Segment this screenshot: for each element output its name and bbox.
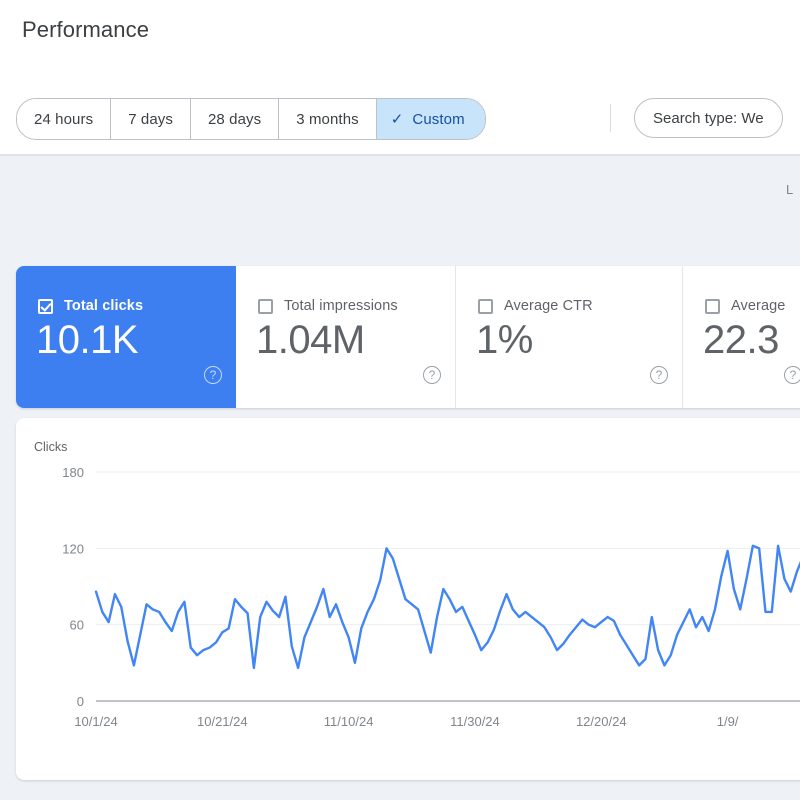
metric-card-label: Total impressions bbox=[284, 298, 398, 314]
checkbox-unchecked-icon[interactable] bbox=[258, 298, 273, 314]
chart-x-tick-label: 10/1/24 bbox=[74, 714, 117, 729]
date-range-chip-group: 24 hours 7 days 28 days 3 months ✓ Custom bbox=[16, 98, 486, 140]
check-icon: ✓ bbox=[390, 110, 404, 128]
date-chip-label: 7 days bbox=[128, 110, 173, 128]
metric-card-header: Total impressions bbox=[258, 298, 398, 314]
metric-card-value: 22.3 bbox=[703, 318, 779, 362]
chart-x-tick-label: 11/10/24 bbox=[324, 714, 374, 729]
metric-card-header: Average CTR bbox=[478, 298, 593, 314]
filter-bar: 24 hours 7 days 28 days 3 months ✓ Custom Sea… bbox=[0, 74, 800, 156]
date-chip-28-days[interactable]: 28 days bbox=[190, 99, 280, 139]
date-chip-label: Custom bbox=[412, 110, 465, 128]
chart-series-clicks bbox=[94, 544, 800, 670]
date-chip-label: 3 months bbox=[296, 110, 359, 128]
help-icon[interactable]: ? bbox=[204, 366, 222, 384]
chart-y-tick-label: 60 bbox=[70, 618, 84, 633]
chart-x-tick-label: 10/21/24 bbox=[197, 714, 248, 729]
performance-page: Performance 24 hours 7 days 28 days 3 month… bbox=[0, 0, 800, 800]
chart-x-tick-label: 1/9/ bbox=[717, 714, 739, 729]
metric-card-total-impressions[interactable]: Total impressions 1.04M? bbox=[236, 266, 456, 408]
search-type-label: Search type: We bbox=[653, 109, 764, 127]
metric-card-header: Average bbox=[705, 298, 785, 314]
date-chip-label: 24 hours bbox=[34, 110, 94, 128]
toolbar-divider bbox=[610, 104, 611, 132]
chart-y-tick-label: 180 bbox=[62, 465, 84, 480]
clicks-chart-panel: Clicks 0 60 120 180 10/1/24 10/21/24 11/10/24 1… bbox=[16, 418, 800, 780]
metric-card-value: 10.1K bbox=[36, 318, 139, 362]
clicks-line-chart[interactable]: 0 60 120 180 10/1/24 10/21/24 11/10/24 11/30/24… bbox=[16, 418, 800, 780]
page-header: Performance bbox=[0, 0, 800, 74]
metric-card-average[interactable]: Average 22.3? bbox=[683, 266, 800, 408]
chart-y-tick-label: 120 bbox=[62, 541, 84, 556]
checkbox-unchecked-icon[interactable] bbox=[705, 298, 720, 314]
help-icon[interactable]: ? bbox=[650, 366, 668, 384]
chart-x-tick-label: 11/30/24 bbox=[450, 714, 500, 729]
date-chip-custom[interactable]: ✓ Custom bbox=[376, 99, 485, 139]
metric-card-value: 1% bbox=[476, 318, 533, 362]
date-chip-label: 28 days bbox=[207, 110, 262, 128]
metric-card-header: Total clicks bbox=[38, 298, 143, 314]
checkbox-unchecked-icon[interactable] bbox=[478, 298, 493, 314]
last-updated-label: L bbox=[786, 182, 794, 197]
search-type-filter[interactable]: Search type: We bbox=[634, 98, 783, 138]
date-chip-3-months[interactable]: 3 months bbox=[279, 99, 377, 139]
chart-y-tick-label: 0 bbox=[77, 694, 84, 709]
metric-card-value: 1.04M bbox=[256, 318, 365, 362]
checkbox-checked-icon[interactable] bbox=[38, 298, 53, 314]
date-chip-7-days[interactable]: 7 days bbox=[111, 99, 191, 139]
date-chip-24-hours[interactable]: 24 hours bbox=[17, 99, 112, 139]
metric-card-label: Average CTR bbox=[504, 298, 593, 314]
metric-card-total-clicks[interactable]: Total clicks 10.1K? bbox=[16, 266, 236, 408]
page-title: Performance bbox=[22, 17, 150, 42]
metric-card-average-ctr[interactable]: Average CTR 1%? bbox=[456, 266, 683, 408]
help-icon[interactable]: ? bbox=[423, 366, 441, 384]
chart-x-tick-label: 12/20/24 bbox=[576, 714, 627, 729]
metric-card-label: Total clicks bbox=[64, 298, 144, 314]
meta-row: L bbox=[0, 156, 800, 212]
help-icon[interactable]: ? bbox=[784, 366, 800, 384]
metric-card-label: Average bbox=[731, 298, 786, 314]
metric-cards: Total clicks 10.1K? Total impressions 1.04M… bbox=[16, 266, 800, 408]
